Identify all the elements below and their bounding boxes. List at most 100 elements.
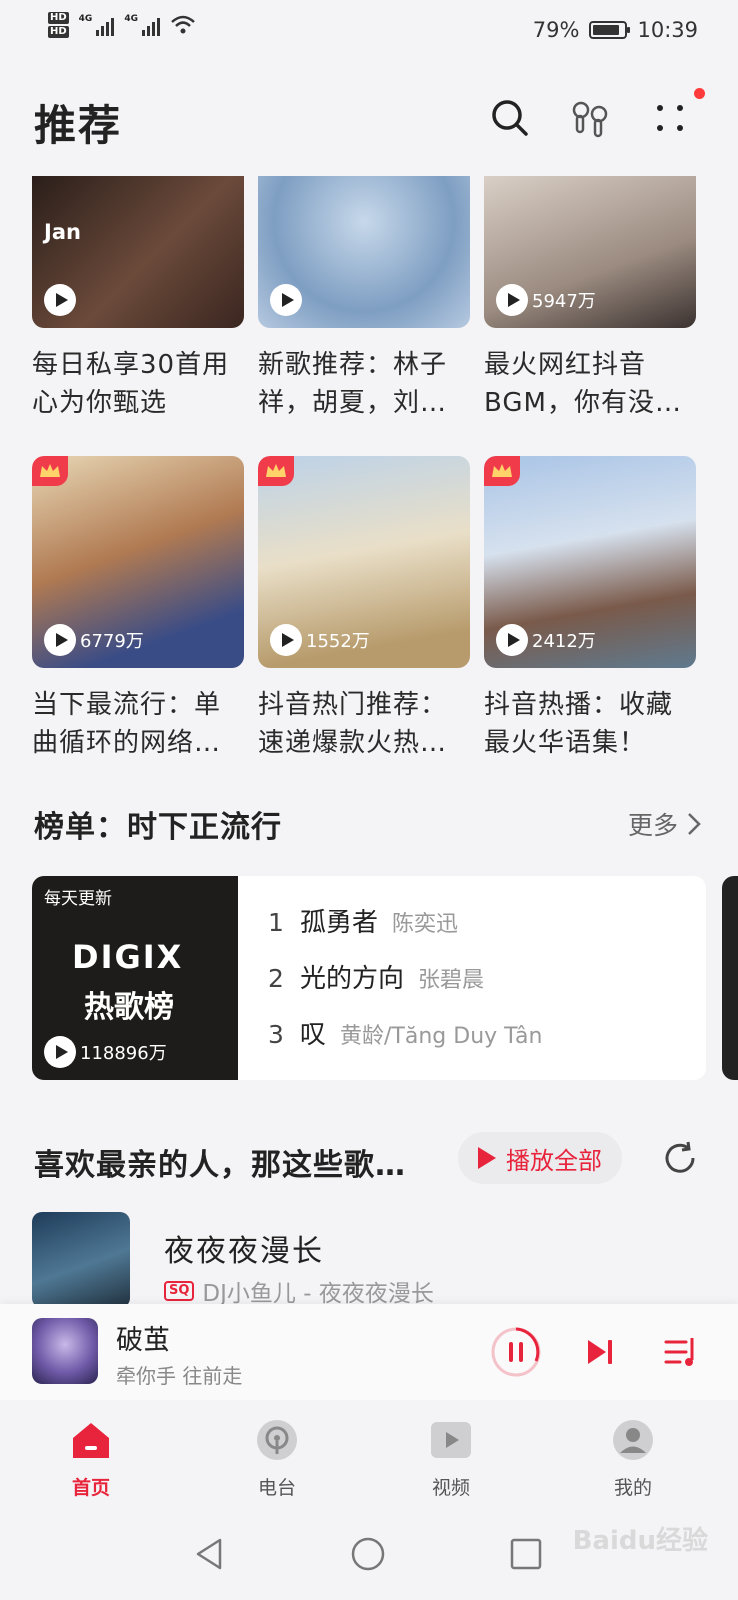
play-button[interactable]: [44, 284, 76, 316]
tab-me[interactable]: 我的: [578, 1418, 688, 1500]
song-name: 孤勇者: [300, 908, 379, 938]
play-icon: [44, 284, 76, 316]
playlist-cover: [258, 176, 470, 328]
recents-icon[interactable]: [508, 1536, 544, 1572]
artist-name: 陈奕迅: [392, 912, 459, 937]
signal-icon-1: 4G: [79, 14, 115, 36]
charts-section-title: 榜单：时下正流行: [34, 810, 282, 845]
chart-list: 1 孤勇者 陈奕迅 2 光的方向 张碧晨 3 叹 黄龄/Tăng Duy Tân: [268, 902, 542, 1070]
song-meta: SQ DJ小鱼儿 - 夜夜夜漫长: [164, 1274, 434, 1308]
more-menu-icon[interactable]: [646, 94, 694, 142]
tab-label: 视频: [431, 1477, 470, 1499]
playlist-card[interactable]: Jan 每日私享30首用心为你甄选: [32, 176, 244, 422]
play-count: 6779万: [80, 631, 144, 652]
bottom-tab-bar: 首页 电台 视频 我的: [0, 1400, 738, 1510]
home-icon: [73, 1423, 109, 1458]
playlist-title: 当下最流行：单曲循环的网络…: [32, 690, 222, 758]
now-playing-lyric: 牵你手 往前走: [116, 1364, 243, 1388]
playlist-cover: 2412万: [484, 456, 696, 668]
playlist-title: 抖音热门推荐：速递爆款火热…: [258, 690, 448, 758]
play-count: 1552万: [306, 631, 370, 652]
update-tag: 每天更新: [44, 889, 112, 909]
playlist-queue-icon[interactable]: [656, 1326, 708, 1378]
playlist-card[interactable]: 1552万 抖音热门推荐：速递爆款火热…: [258, 456, 470, 762]
playlist-title: 最火网红抖音BGM，你有没…: [484, 350, 682, 418]
play-count: 2412万: [532, 631, 596, 652]
chart-row[interactable]: 3 叹 黄龄/Tăng Duy Tân: [268, 1014, 542, 1070]
refresh-icon[interactable]: [660, 1138, 700, 1178]
charts-more-link[interactable]: 更多: [628, 806, 702, 842]
vip-crown-icon: [484, 456, 520, 486]
playlist-card[interactable]: 6779万 当下最流行：单曲循环的网络…: [32, 456, 244, 762]
play-button[interactable]: 118896万: [44, 1036, 167, 1068]
play-count: 118896万: [80, 1043, 167, 1064]
playlist-title: 抖音热播：收藏最火华语集！: [484, 690, 674, 758]
rank-number: 2: [268, 964, 284, 993]
play-all-button[interactable]: 播放全部: [458, 1132, 622, 1184]
playlist-cover: 1552万: [258, 456, 470, 668]
song-name: 叹: [300, 1020, 327, 1050]
now-playing-cover[interactable]: [32, 1318, 98, 1384]
play-count: 5947万: [532, 291, 596, 312]
pause-button[interactable]: [490, 1326, 542, 1378]
chart-row[interactable]: 1 孤勇者 陈奕迅: [268, 902, 542, 958]
play-button[interactable]: [270, 284, 302, 316]
chart-row[interactable]: 2 光的方向 张碧晨: [268, 958, 542, 1014]
rank-number: 3: [268, 1020, 284, 1049]
earbuds-icon[interactable]: [566, 94, 614, 142]
status-left: HD HD 4G 4G: [48, 12, 196, 38]
mini-player[interactable]: 破茧 牵你手 往前走: [0, 1304, 738, 1400]
song-artist-album: DJ小鱼儿 - 夜夜夜漫长: [202, 1281, 434, 1307]
song-title: 夜夜夜漫长: [164, 1234, 324, 1269]
chart-card[interactable]: 每天更新 DIGIX 热歌榜 118896万 1 孤勇者 陈奕迅 2 光的方向 …: [32, 876, 706, 1080]
play-icon: [478, 1147, 496, 1169]
battery-icon: [589, 21, 631, 39]
back-icon[interactable]: [192, 1536, 228, 1572]
status-bar: HD HD 4G 4G 79% 10:39: [0, 0, 738, 62]
sq-quality-badge: SQ: [164, 1281, 195, 1301]
home-nav-icon[interactable]: [350, 1536, 386, 1572]
artist-name: 张碧晨: [418, 968, 485, 993]
hd-icon: HD HD: [48, 12, 69, 38]
date-badge: Jan: [44, 220, 81, 244]
tab-video[interactable]: 视频: [396, 1418, 506, 1500]
playlist-title: 新歌推荐：林子祥，胡夏，刘…: [258, 350, 448, 418]
playlist-card[interactable]: 新歌推荐：林子祥，胡夏，刘…: [258, 176, 470, 422]
play-all-label: 播放全部: [506, 1146, 602, 1175]
playlist-cover: 5947万: [484, 176, 696, 328]
play-icon: [496, 624, 528, 656]
search-icon[interactable]: [486, 94, 534, 142]
chart-name: 热歌榜: [84, 990, 174, 1025]
now-playing-title: 破茧: [116, 1325, 170, 1356]
signal-icon-2: 4G: [124, 14, 160, 36]
playlist-card[interactable]: 2412万 抖音热播：收藏最火华语集！: [484, 456, 696, 762]
play-button[interactable]: 2412万: [496, 624, 596, 656]
profile-icon: [613, 1420, 653, 1460]
play-button[interactable]: 5947万: [496, 284, 596, 316]
playlist-row-2: 6779万 当下最流行：单曲循环的网络… 1552万 抖音热门推荐：速递爆款火热…: [32, 456, 696, 762]
tab-label: 电台: [257, 1477, 296, 1499]
artist-name: 黄龄/Tăng Duy Tân: [340, 1024, 543, 1049]
next-track-icon[interactable]: [574, 1326, 626, 1378]
vip-crown-icon: [32, 456, 68, 486]
radio-icon: [257, 1420, 297, 1460]
chevron-right-icon: [688, 813, 701, 835]
more-label: 更多: [627, 811, 678, 840]
tab-radio[interactable]: 电台: [222, 1418, 332, 1500]
playlist-card[interactable]: 5947万 最火网红抖音BGM，你有没…: [484, 176, 696, 422]
tab-home[interactable]: 首页: [36, 1418, 146, 1500]
play-button[interactable]: 1552万: [270, 624, 370, 656]
play-icon: [496, 284, 528, 316]
play-icon: [44, 624, 76, 656]
tab-label: 首页: [71, 1477, 110, 1499]
watermark-logo: Baidu经验: [572, 1526, 708, 1556]
app-header: 推荐: [0, 78, 738, 162]
play-button[interactable]: 6779万: [44, 624, 144, 656]
vip-crown-icon: [258, 456, 294, 486]
chart-logo: DIGIX: [72, 938, 184, 976]
wifi-icon: [171, 15, 195, 34]
next-chart-card-peek[interactable]: [722, 876, 738, 1080]
playlist-cover: 6779万: [32, 456, 244, 668]
clock: 10:39: [637, 18, 698, 42]
song-list-item[interactable]: 夜夜夜漫长 SQ DJ小鱼儿 - 夜夜夜漫长: [32, 1212, 712, 1308]
